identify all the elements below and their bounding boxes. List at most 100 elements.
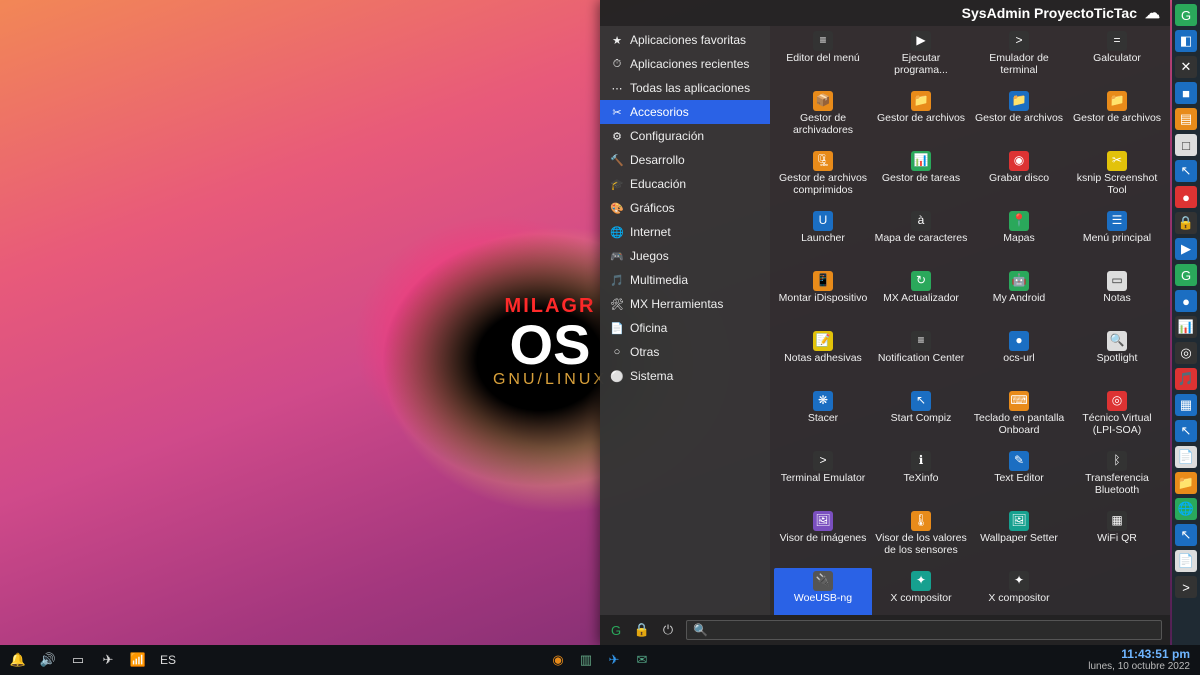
app-visor-de-im-genes[interactable]: 🖼Visor de imágenes bbox=[774, 508, 872, 566]
category-todas-las-aplicaciones[interactable]: ⋯Todas las aplicaciones bbox=[600, 76, 770, 100]
app-stacer[interactable]: ❋Stacer bbox=[774, 388, 872, 446]
dock-item-18[interactable]: 📁 bbox=[1175, 472, 1197, 494]
category-icon: ⚪ bbox=[610, 369, 624, 383]
dock-item-8[interactable]: 🔒 bbox=[1175, 212, 1197, 234]
app-my-android[interactable]: 🤖My Android bbox=[970, 268, 1068, 326]
category-otras[interactable]: ○Otras bbox=[600, 340, 770, 364]
files-icon[interactable]: ▥ bbox=[578, 652, 594, 668]
category-desarrollo[interactable]: 🔨Desarrollo bbox=[600, 148, 770, 172]
dock-item-3[interactable]: ■ bbox=[1175, 82, 1197, 104]
taskbar: 🔔 🔊 ▭ ✈ 📶 ES ◉ ▥ ✈ ✉ 11:43:51 pm lunes, … bbox=[0, 645, 1200, 675]
mail-icon[interactable]: ✉ bbox=[634, 652, 650, 668]
dock-item-22[interactable]: > bbox=[1175, 576, 1197, 598]
app-t-cnico-virtual-lpi-soa-[interactable]: ◎Técnico Virtual (LPI-SOA) bbox=[1068, 388, 1166, 446]
app-launcher[interactable]: ULauncher bbox=[774, 208, 872, 266]
app-notas-adhesivas[interactable]: 📝Notas adhesivas bbox=[774, 328, 872, 386]
category-gr-ficos[interactable]: 🎨Gráficos bbox=[600, 196, 770, 220]
category-aplicaciones-recientes[interactable]: ⏱ Aplicaciones recientes bbox=[600, 52, 770, 76]
app-texinfo[interactable]: ℹTeXinfo bbox=[872, 448, 970, 506]
app-x-compositor[interactable]: ✦X compositor bbox=[872, 568, 970, 615]
app-terminal-emulator[interactable]: >Terminal Emulator bbox=[774, 448, 872, 506]
category-icon: 🎨 bbox=[610, 201, 624, 215]
firefox-icon[interactable]: ◉ bbox=[550, 652, 566, 668]
lock-icon[interactable]: 🔒 bbox=[634, 622, 650, 638]
category-internet[interactable]: 🌐Internet bbox=[600, 220, 770, 244]
dock-item-6[interactable]: ↖ bbox=[1175, 160, 1197, 182]
dock-item-7[interactable]: ● bbox=[1175, 186, 1197, 208]
app-ocs-url[interactable]: ●ocs-url bbox=[970, 328, 1068, 386]
app-wallpaper-setter[interactable]: 🖼Wallpaper Setter bbox=[970, 508, 1068, 566]
bell-icon[interactable]: 🔔 bbox=[10, 652, 26, 668]
category-aplicaciones-favoritas[interactable]: ★Aplicaciones favoritas bbox=[600, 28, 770, 52]
category-label: Aplicaciones recientes bbox=[630, 57, 749, 71]
app-galculator[interactable]: =Galculator bbox=[1068, 28, 1166, 86]
category-icon: ○ bbox=[610, 345, 624, 359]
dock-item-19[interactable]: 🌐 bbox=[1175, 498, 1197, 520]
app-gestor-de-archivos[interactable]: 📁Gestor de archivos bbox=[1068, 88, 1166, 146]
app-spotlight[interactable]: 🔍Spotlight bbox=[1068, 328, 1166, 386]
dock-item-13[interactable]: ◎ bbox=[1175, 342, 1197, 364]
category-multimedia[interactable]: 🎵Multimedia bbox=[600, 268, 770, 292]
volume-icon[interactable]: 🔊 bbox=[40, 652, 56, 668]
keyboard-layout[interactable]: ES bbox=[160, 653, 176, 667]
app-mapa-de-caracteres[interactable]: àMapa de caracteres bbox=[872, 208, 970, 266]
dock-item-4[interactable]: ▤ bbox=[1175, 108, 1197, 130]
app-gestor-de-tareas[interactable]: 📊Gestor de tareas bbox=[872, 148, 970, 206]
app-ejecutar-programa-[interactable]: ▶Ejecutar programa... bbox=[872, 28, 970, 86]
dock-item-14[interactable]: 🎵 bbox=[1175, 368, 1197, 390]
dock-item-10[interactable]: G bbox=[1175, 264, 1197, 286]
dock-item-5[interactable]: □ bbox=[1175, 134, 1197, 156]
app-woeusb-ng[interactable]: 🔌WoeUSB-ng bbox=[774, 568, 872, 615]
app-grabar-disco[interactable]: ◉Grabar disco bbox=[970, 148, 1068, 206]
category-configuraci-n[interactable]: ⚙Configuración bbox=[600, 124, 770, 148]
category-accesorios[interactable]: ✂Accesorios bbox=[600, 100, 770, 124]
dock-item-12[interactable]: 📊 bbox=[1175, 316, 1197, 338]
app-mapas[interactable]: 📍Mapas bbox=[970, 208, 1068, 266]
app-visor-de-los-valores-de-los-sensores[interactable]: 🌡Visor de los valores de los sensores bbox=[872, 508, 970, 566]
app-transferencia-bluetooth[interactable]: ᛒTransferencia Bluetooth bbox=[1068, 448, 1166, 506]
app-notification-center[interactable]: ≡Notification Center bbox=[872, 328, 970, 386]
app-gestor-de-archivadores[interactable]: 📦Gestor de archivadores bbox=[774, 88, 872, 146]
app-teclado-en-pantalla-onboard[interactable]: ⌨Teclado en pantalla Onboard bbox=[970, 388, 1068, 446]
telegram-icon[interactable]: ✈ bbox=[100, 652, 116, 668]
app-x-compositor[interactable]: ✦X compositor bbox=[970, 568, 1068, 615]
power-icon[interactable]: ⏻ bbox=[660, 622, 676, 638]
dock-item-1[interactable]: ◧ bbox=[1175, 30, 1197, 52]
window-icon[interactable]: ▭ bbox=[70, 652, 86, 668]
app-gestor-de-archivos-comprimidos[interactable]: 🗜Gestor de archivos comprimidos bbox=[774, 148, 872, 206]
search-input[interactable]: 🔍 bbox=[686, 620, 1162, 640]
app-gestor-de-archivos[interactable]: 📁Gestor de archivos bbox=[970, 88, 1068, 146]
dock-item-16[interactable]: ↖ bbox=[1175, 420, 1197, 442]
signal-icon[interactable]: 📶 bbox=[130, 652, 146, 668]
category-sistema[interactable]: ⚪Sistema bbox=[600, 364, 770, 388]
app-text-editor[interactable]: ✎Text Editor bbox=[970, 448, 1068, 506]
category-icon: ⏱ bbox=[610, 57, 624, 71]
app-wifi-qr[interactable]: ▦WiFi QR bbox=[1068, 508, 1166, 566]
dock-item-9[interactable]: ▶ bbox=[1175, 238, 1197, 260]
dock-item-20[interactable]: ↖ bbox=[1175, 524, 1197, 546]
app-mx-actualizador[interactable]: ↻MX Actualizador bbox=[872, 268, 970, 326]
category-educaci-n[interactable]: 🎓Educación bbox=[600, 172, 770, 196]
dock-item-21[interactable]: 📄 bbox=[1175, 550, 1197, 572]
telegram-center-icon[interactable]: ✈ bbox=[606, 652, 622, 668]
app-editor-del-men-[interactable]: ≡Editor del menú bbox=[774, 28, 872, 86]
dock-item-0[interactable]: G bbox=[1175, 4, 1197, 26]
category-icon: 🔨 bbox=[610, 153, 624, 167]
dock-item-15[interactable]: ▦ bbox=[1175, 394, 1197, 416]
clock-date: lunes, 10 octubre 2022 bbox=[1088, 661, 1190, 672]
app-start-compiz[interactable]: ↖Start Compiz bbox=[872, 388, 970, 446]
taskbar-clock[interactable]: 11:43:51 pm lunes, 10 octubre 2022 bbox=[1088, 648, 1190, 672]
app-men-principal[interactable]: ☰Menú principal bbox=[1068, 208, 1166, 266]
dock-item-2[interactable]: ✕ bbox=[1175, 56, 1197, 78]
dock-item-11[interactable]: ● bbox=[1175, 290, 1197, 312]
grammarly-icon[interactable]: G bbox=[608, 622, 624, 638]
category-juegos[interactable]: 🎮Juegos bbox=[600, 244, 770, 268]
app-gestor-de-archivos[interactable]: 📁Gestor de archivos bbox=[872, 88, 970, 146]
app-emulador-de-terminal[interactable]: >Emulador de terminal bbox=[970, 28, 1068, 86]
dock-item-17[interactable]: 📄 bbox=[1175, 446, 1197, 468]
category-mx-herramientas[interactable]: 🛠MX Herramientas bbox=[600, 292, 770, 316]
app-ksnip-screenshot-tool[interactable]: ✂ksnip Screenshot Tool bbox=[1068, 148, 1166, 206]
app-montar-idispositivo[interactable]: 📱Montar iDispositivo bbox=[774, 268, 872, 326]
category-oficina[interactable]: 📄Oficina bbox=[600, 316, 770, 340]
app-notas[interactable]: ▭Notas bbox=[1068, 268, 1166, 326]
